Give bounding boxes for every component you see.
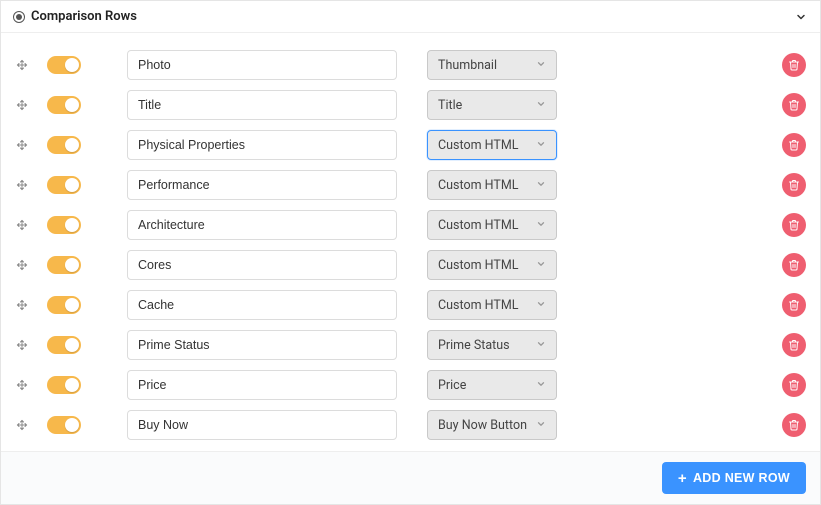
chevron-down-icon xyxy=(536,139,546,152)
drag-handle-icon[interactable] xyxy=(15,418,29,432)
drag-handle-icon[interactable] xyxy=(15,258,29,272)
row-type-select[interactable]: Custom HTML xyxy=(427,130,557,160)
row-name-input[interactable] xyxy=(127,330,397,360)
enable-toggle[interactable] xyxy=(47,96,81,114)
panel-footer: + ADD NEW ROW xyxy=(1,451,820,504)
row-type-select[interactable]: Prime Status xyxy=(427,330,557,360)
delete-row-button[interactable] xyxy=(782,253,806,277)
chevron-down-icon xyxy=(536,179,546,192)
row-name-input[interactable] xyxy=(127,250,397,280)
plus-icon: + xyxy=(678,471,687,486)
drag-handle-icon[interactable] xyxy=(15,58,29,72)
row-type-select[interactable]: Title xyxy=(427,90,557,120)
enable-toggle[interactable] xyxy=(47,376,81,394)
comparison-row: Custom HTML xyxy=(1,165,820,205)
enable-toggle[interactable] xyxy=(47,216,81,234)
chevron-down-icon xyxy=(536,419,546,432)
row-name-input[interactable] xyxy=(127,130,397,160)
row-name-input[interactable] xyxy=(127,410,397,440)
row-name-input[interactable] xyxy=(127,370,397,400)
add-button-label: ADD NEW ROW xyxy=(693,471,790,485)
row-type-select[interactable]: Buy Now Button xyxy=(427,410,557,440)
drag-handle-icon[interactable] xyxy=(15,298,29,312)
row-name-input[interactable] xyxy=(127,50,397,80)
chevron-down-icon xyxy=(536,379,546,392)
comparison-row: Custom HTML xyxy=(1,285,820,325)
target-icon xyxy=(13,11,25,23)
row-name-input[interactable] xyxy=(127,290,397,320)
select-value: Custom HTML xyxy=(438,298,518,313)
select-value: Custom HTML xyxy=(438,178,518,193)
chevron-down-icon xyxy=(536,59,546,72)
row-type-select[interactable]: Custom HTML xyxy=(427,250,557,280)
row-type-select[interactable]: Custom HTML xyxy=(427,210,557,240)
enable-toggle[interactable] xyxy=(47,416,81,434)
row-type-select[interactable]: Price xyxy=(427,370,557,400)
enable-toggle[interactable] xyxy=(47,296,81,314)
row-name-input[interactable] xyxy=(127,210,397,240)
comparison-row: Thumbnail xyxy=(1,45,820,85)
drag-handle-icon[interactable] xyxy=(15,378,29,392)
delete-row-button[interactable] xyxy=(782,213,806,237)
drag-handle-icon[interactable] xyxy=(15,138,29,152)
delete-row-button[interactable] xyxy=(782,53,806,77)
row-name-input[interactable] xyxy=(127,170,397,200)
row-name-input[interactable] xyxy=(127,90,397,120)
delete-row-button[interactable] xyxy=(782,133,806,157)
collapse-toggle[interactable] xyxy=(794,10,808,24)
delete-row-button[interactable] xyxy=(782,173,806,197)
delete-row-button[interactable] xyxy=(782,413,806,437)
select-value: Custom HTML xyxy=(438,218,518,233)
chevron-down-icon xyxy=(536,259,546,272)
panel-header: Comparison Rows xyxy=(1,1,820,33)
row-type-select[interactable]: Custom HTML xyxy=(427,170,557,200)
enable-toggle[interactable] xyxy=(47,256,81,274)
drag-handle-icon[interactable] xyxy=(15,178,29,192)
panel-title: Comparison Rows xyxy=(31,9,137,24)
enable-toggle[interactable] xyxy=(47,136,81,154)
select-value: Thumbnail xyxy=(438,58,497,73)
chevron-down-icon xyxy=(536,299,546,312)
enable-toggle[interactable] xyxy=(47,56,81,74)
select-value: Title xyxy=(438,98,462,113)
comparison-row: Prime Status xyxy=(1,325,820,365)
delete-row-button[interactable] xyxy=(782,93,806,117)
drag-handle-icon[interactable] xyxy=(15,218,29,232)
comparison-row: Buy Now Button xyxy=(1,405,820,445)
select-value: Custom HTML xyxy=(438,138,518,153)
row-type-select[interactable]: Thumbnail xyxy=(427,50,557,80)
delete-row-button[interactable] xyxy=(782,373,806,397)
rows-list: Thumbnail Title Custom HTML Custom HTML Cust… xyxy=(1,33,820,451)
add-new-row-button[interactable]: + ADD NEW ROW xyxy=(662,462,806,494)
comparison-rows-panel: Comparison Rows Thumbnail Title Custom HTM… xyxy=(0,0,821,505)
delete-row-button[interactable] xyxy=(782,293,806,317)
comparison-row: Title xyxy=(1,85,820,125)
comparison-row: Custom HTML xyxy=(1,125,820,165)
drag-handle-icon[interactable] xyxy=(15,98,29,112)
select-value: Buy Now Button xyxy=(438,418,527,433)
chevron-down-icon xyxy=(536,219,546,232)
comparison-row: Custom HTML xyxy=(1,245,820,285)
chevron-down-icon xyxy=(536,339,546,352)
drag-handle-icon[interactable] xyxy=(15,338,29,352)
chevron-down-icon xyxy=(536,99,546,112)
select-value: Price xyxy=(438,378,466,393)
comparison-row: Custom HTML xyxy=(1,205,820,245)
enable-toggle[interactable] xyxy=(47,176,81,194)
enable-toggle[interactable] xyxy=(47,336,81,354)
select-value: Prime Status xyxy=(438,338,510,353)
comparison-row: Price xyxy=(1,365,820,405)
panel-header-left: Comparison Rows xyxy=(13,9,137,24)
select-value: Custom HTML xyxy=(438,258,518,273)
row-type-select[interactable]: Custom HTML xyxy=(427,290,557,320)
delete-row-button[interactable] xyxy=(782,333,806,357)
